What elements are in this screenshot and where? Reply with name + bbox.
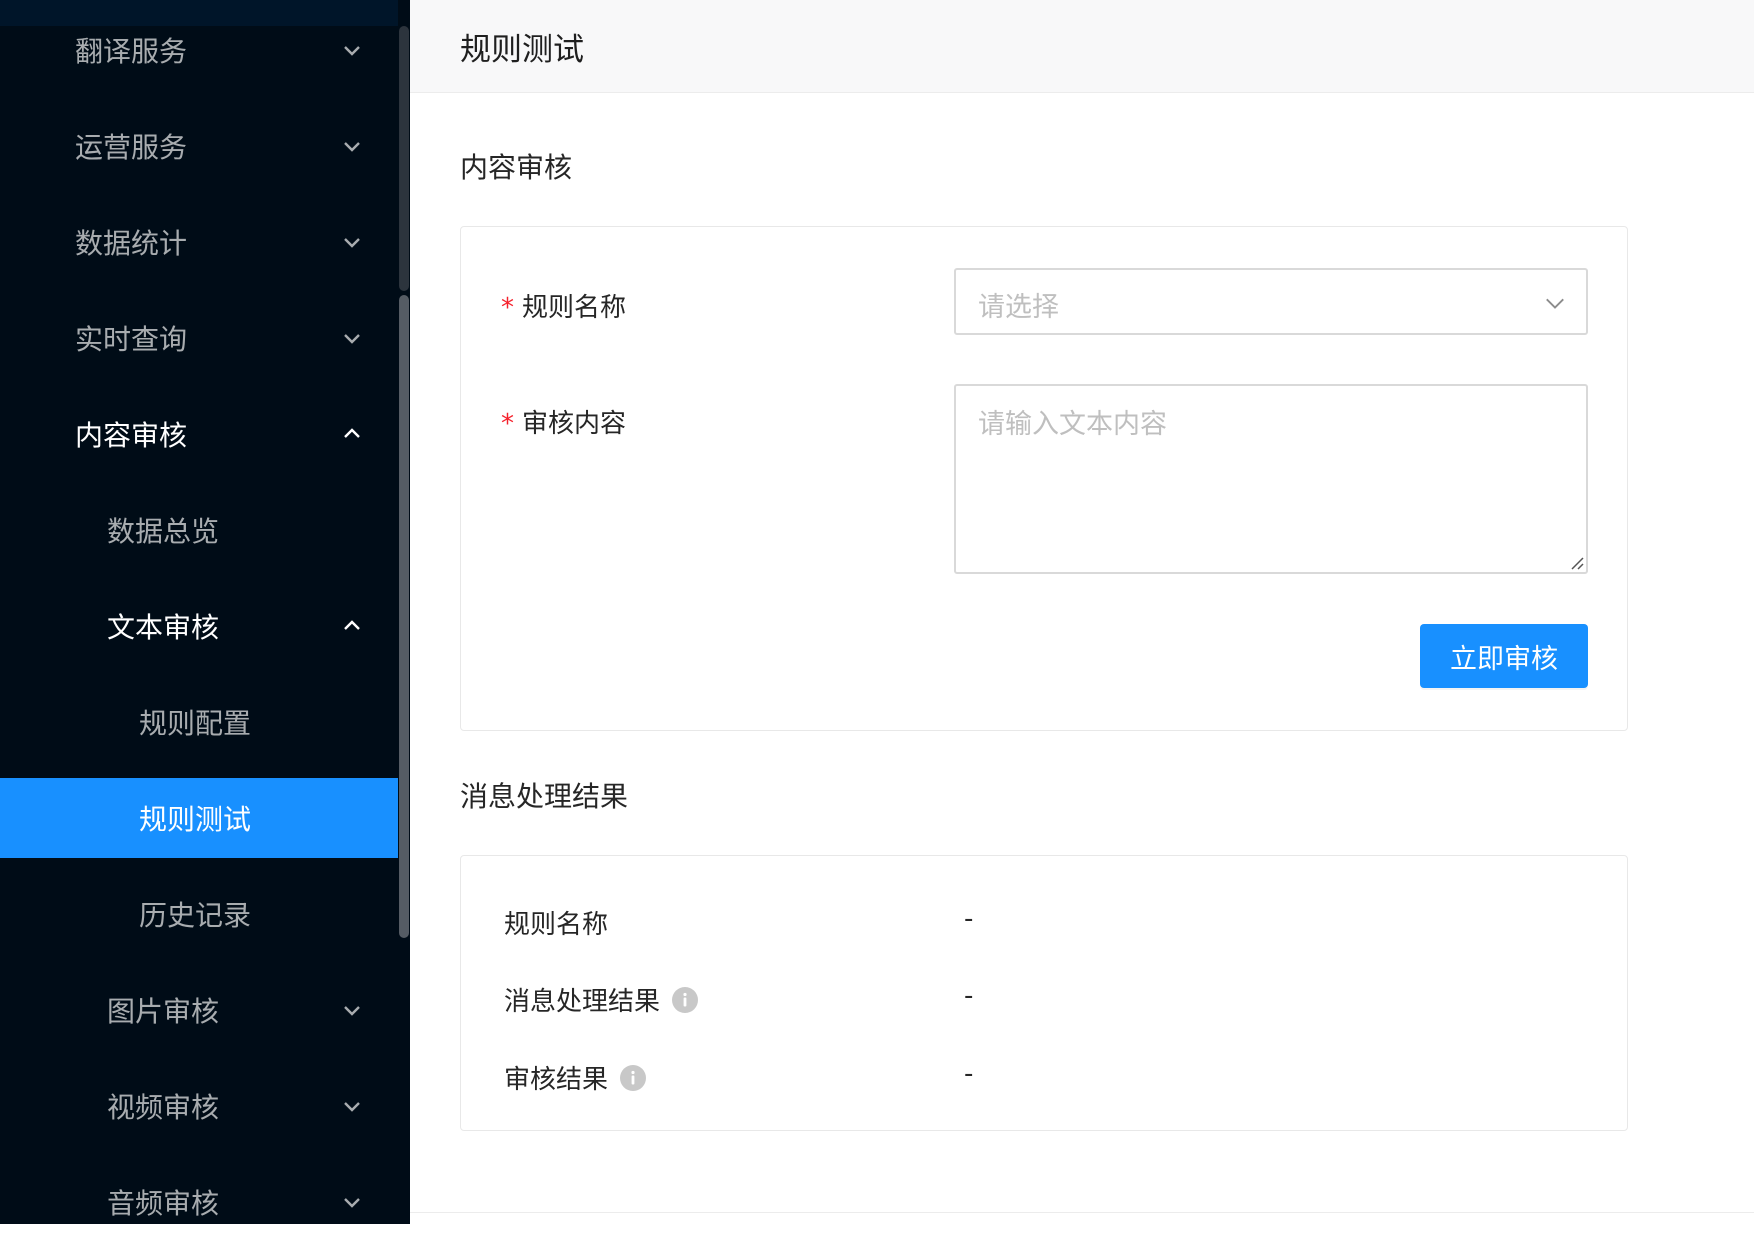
result-label-text: 审核结果 [504, 1065, 609, 1095]
result-row-process-result-label: 消息处理结果 [504, 981, 699, 1018]
sidebar-item-label: 视频审核 [107, 1091, 220, 1124]
sidebar-item-text-audit[interactable]: 文本审核 [0, 586, 398, 666]
sidebar-item-label: 运营服务 [75, 131, 188, 164]
info-icon[interactable] [672, 986, 699, 1013]
rule-name-label-text: 规则名称 [522, 293, 627, 323]
main-content: 规则测试 内容审核 * 规则名称 请选择 * 审核内容 请输入文本内容 立即审核 消… [410, 0, 1754, 1224]
sidebar-item-image-audit[interactable]: 图片审核 [0, 970, 398, 1050]
sidebar-item-label: 文本审核 [107, 611, 220, 644]
chevron-down-icon [344, 1102, 360, 1112]
sidebar-item-content-audit[interactable]: 内容审核 [0, 394, 398, 474]
resize-grip-icon[interactable] [1568, 554, 1584, 570]
result-label-text: 消息处理结果 [504, 987, 661, 1017]
sidebar-item-rule-test[interactable]: 规则测试 [0, 778, 398, 858]
page-header: 规则测试 [410, 0, 1754, 93]
sidebar-item-label: 数据总览 [107, 515, 220, 548]
result-row-process-result-value: - [964, 981, 974, 1011]
sidebar-item-translation-service[interactable]: 翻译服务 [0, 10, 398, 90]
sidebar-item-label: 实时查询 [75, 323, 188, 356]
sidebar-item-history[interactable]: 历史记录 [0, 874, 398, 954]
submit-audit-button[interactable]: 立即审核 [1420, 624, 1588, 688]
sidebar-item-label: 历史记录 [139, 899, 252, 932]
chevron-down-icon [344, 334, 360, 344]
sidebar-item-realtime-query[interactable]: 实时查询 [0, 298, 398, 378]
result-label-text: 规则名称 [504, 910, 609, 940]
chevron-down-icon [344, 1198, 360, 1208]
result-row-rule-name-value: - [964, 904, 974, 934]
audit-content-textarea[interactable]: 请输入文本内容 [954, 384, 1588, 574]
sidebar-scrollbar-thumb[interactable] [399, 295, 409, 938]
sidebar: 翻译服务 运营服务 数据统计 实时查询 内容审核 数据总览 文本审核 规则配置 [0, 0, 410, 1224]
sidebar-item-label: 音频审核 [107, 1187, 220, 1220]
chevron-down-icon [344, 46, 360, 56]
result-row-audit-result-label: 审核结果 [504, 1059, 647, 1096]
sidebar-item-video-audit[interactable]: 视频审核 [0, 1066, 398, 1146]
rule-name-label: * 规则名称 [501, 287, 626, 324]
chevron-up-icon [344, 428, 360, 438]
info-icon[interactable] [620, 1064, 647, 1091]
sidebar-item-label: 规则测试 [139, 803, 252, 836]
chevron-down-icon [1546, 298, 1564, 309]
chevron-down-icon [344, 238, 360, 248]
chevron-down-icon [344, 1006, 360, 1016]
sidebar-item-rule-config[interactable]: 规则配置 [0, 682, 398, 762]
rule-name-select[interactable]: 请选择 [954, 268, 1588, 335]
result-section-title: 消息处理结果 [460, 780, 629, 813]
sidebar-item-data-overview[interactable]: 数据总览 [0, 490, 398, 570]
audit-form-card: * 规则名称 请选择 * 审核内容 请输入文本内容 立即审核 [460, 226, 1628, 731]
result-row-audit-result-value: - [964, 1059, 974, 1089]
sidebar-item-label: 内容审核 [75, 419, 188, 452]
chevron-down-icon [344, 142, 360, 152]
audit-content-label: * 审核内容 [501, 403, 626, 440]
sidebar-item-label: 翻译服务 [75, 35, 188, 68]
rule-name-select-placeholder: 请选择 [978, 292, 1059, 323]
sidebar-scrollbar-upper [399, 26, 409, 291]
result-card: 规则名称 - 消息处理结果 - 审核结果 - [460, 855, 1628, 1131]
chevron-up-icon [344, 620, 360, 630]
audit-section-title: 内容审核 [460, 151, 573, 184]
sidebar-item-label: 规则配置 [139, 707, 252, 740]
required-mark: * [501, 293, 514, 323]
sidebar-item-label: 数据统计 [75, 227, 188, 260]
sidebar-item-audio-audit[interactable]: 音频审核 [0, 1162, 398, 1242]
result-row-rule-name-label: 规则名称 [504, 904, 608, 941]
sidebar-item-data-statistics[interactable]: 数据统计 [0, 202, 398, 282]
audit-content-label-text: 审核内容 [522, 409, 627, 439]
required-mark: * [501, 409, 514, 439]
footer-divider [410, 1212, 1754, 1213]
audit-content-placeholder: 请输入文本内容 [978, 409, 1167, 440]
sidebar-item-operation-service[interactable]: 运营服务 [0, 106, 398, 186]
page-title: 规则测试 [460, 32, 584, 68]
sidebar-item-label: 图片审核 [107, 995, 220, 1028]
